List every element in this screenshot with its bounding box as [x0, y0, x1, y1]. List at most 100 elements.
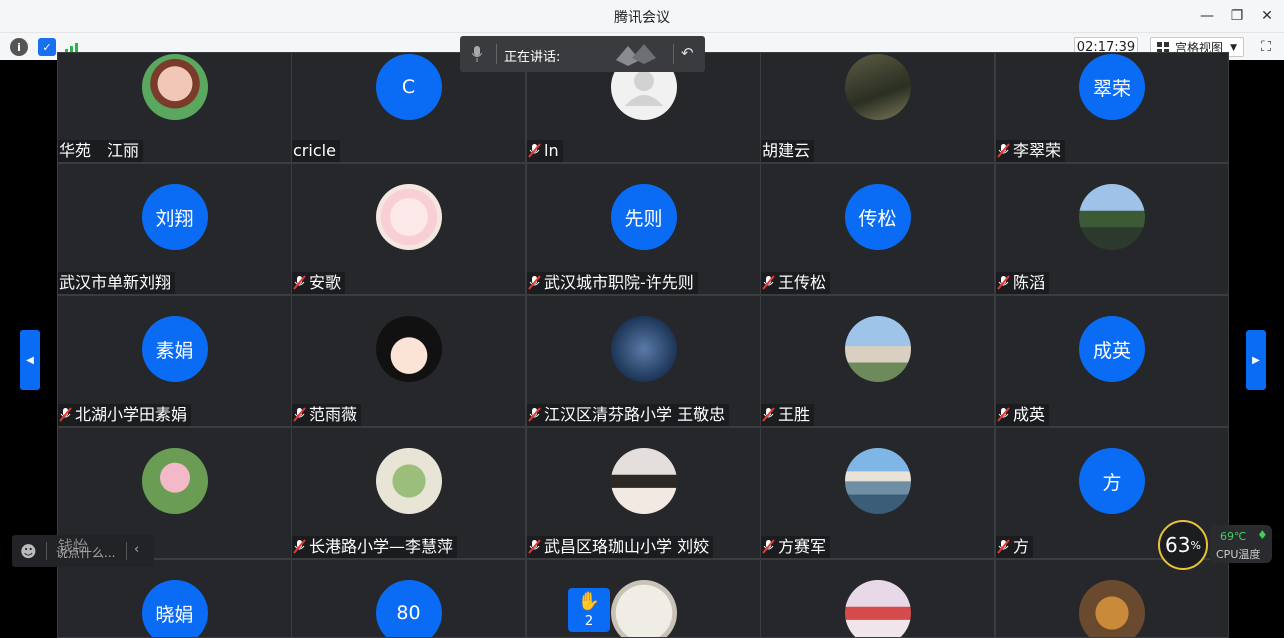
participant-name: 王胜 — [761, 404, 815, 426]
participant-tile[interactable] — [526, 559, 761, 638]
participant-tile[interactable]: 江汉区清芬路小学 王敬忠 — [526, 295, 761, 427]
participant-name-label: 范雨薇 — [309, 405, 358, 424]
emoji-icon[interactable]: ☻ — [20, 542, 37, 561]
participant-tile[interactable]: 陈滔 — [995, 163, 1229, 295]
divider — [496, 44, 497, 64]
participant-tile[interactable]: 80 — [291, 559, 526, 638]
participant-name-label: 北湖小学田素娟 — [75, 405, 188, 424]
speaking-indicator: 正在讲话: ↶ — [460, 36, 705, 72]
participant-tile[interactable]: 华苑 江丽 — [57, 52, 292, 163]
mic-muted-icon — [528, 142, 541, 158]
participant-name-label: 安歌 — [309, 273, 342, 292]
speaker-avatar-icon — [616, 44, 656, 66]
participant-photo — [1079, 580, 1145, 637]
participant-tile[interactable]: 胡建云 — [760, 52, 995, 163]
reply-icon[interactable]: ↶ — [681, 44, 694, 62]
participant-tile[interactable]: 成英 成英 — [995, 295, 1229, 427]
mic-muted-icon — [293, 538, 306, 554]
participant-name: 武昌区珞珈山小学 刘姣 — [527, 536, 714, 558]
participant-tile[interactable]: 翠荣 李翠荣 — [995, 52, 1229, 163]
chat-placeholder: 说点什么... — [56, 546, 116, 560]
mic-muted-icon — [762, 274, 775, 290]
participant-name: 方赛军 — [761, 536, 831, 558]
participant-tile[interactable]: 武昌区珞珈山小学 刘姣 — [526, 427, 761, 559]
participant-tile[interactable]: 安歌 — [291, 163, 526, 295]
info-icon[interactable]: i — [10, 38, 28, 56]
title-bar: 腾讯会议 — ❐ ✕ — [0, 0, 1284, 32]
participant-name: 安歌 — [292, 272, 346, 294]
participant-tile[interactable] — [760, 559, 995, 638]
participant-photo — [375, 448, 442, 514]
chevron-down-icon: ▼ — [1230, 43, 1237, 53]
close-icon[interactable]: ✕ — [1256, 6, 1278, 26]
avatar-initials: 方 — [1102, 471, 1122, 494]
participant-avatar: 先则 — [610, 184, 677, 250]
chevron-left-icon: ◀ — [26, 354, 34, 366]
avatar-initials: 传松 — [858, 207, 897, 230]
minimize-icon[interactable]: — — [1196, 6, 1218, 26]
fullscreen-icon[interactable]: ⛶ — [1258, 39, 1274, 55]
participant-tile[interactable]: 晓娟 — [57, 559, 292, 638]
participant-photo — [1079, 184, 1145, 250]
window-controls: — ❐ ✕ — [1196, 6, 1278, 26]
mic-muted-icon — [997, 406, 1010, 422]
participant-name: 方 — [996, 536, 1034, 558]
participant-name: 华苑 江丽 — [58, 140, 144, 162]
raise-hand-count: 2 — [584, 614, 594, 629]
previous-page-button[interactable]: ◀ — [20, 330, 40, 390]
participant-name-label: 方赛军 — [778, 537, 827, 556]
participant-tile[interactable]: 先则武汉城市职院-许先则 — [526, 163, 761, 295]
restore-icon[interactable]: ❐ — [1226, 6, 1248, 26]
participant-avatar: 翠荣 — [1079, 54, 1145, 120]
divider — [673, 44, 674, 64]
participant-tile[interactable]: 传松王传松 — [760, 163, 995, 295]
mic-muted-icon — [997, 538, 1010, 554]
participant-name: 北湖小学田素娟 — [58, 404, 192, 426]
mic-muted-icon — [293, 406, 306, 422]
hand-icon: ✋ — [577, 591, 601, 612]
participant-tile[interactable]: 范雨薇 — [291, 295, 526, 427]
participant-name-label: 王胜 — [778, 405, 811, 424]
participant-avatar: 80 — [375, 580, 442, 637]
avatar-initials: 素娟 — [155, 339, 194, 362]
participant-name: 武汉城市职院-许先则 — [527, 272, 698, 294]
participant-name: 王传松 — [761, 272, 831, 294]
participant-tile[interactable]: 素娟北湖小学田素娟 — [57, 295, 292, 427]
participant-name-label: 华苑 江丽 — [59, 141, 140, 160]
cpu-percent: 63 — [1165, 533, 1191, 557]
participant-photo — [375, 184, 442, 250]
participant-photo — [844, 316, 911, 382]
cpu-temp: 69℃ — [1220, 530, 1247, 543]
participant-tile[interactable] — [995, 559, 1229, 638]
avatar-initials: 晓娟 — [155, 603, 194, 626]
participant-grid: 华苑 江丽 Ccricle ln 胡建云 翠荣 李翠荣 刘翔 武汉市单新刘翔 安歌 先则 武汉城市职… — [57, 52, 1229, 638]
participant-photo — [141, 448, 208, 514]
raise-hand-badge[interactable]: ✋ 2 — [568, 588, 610, 632]
participant-tile[interactable]: 方赛军 — [760, 427, 995, 559]
participant-tile[interactable]: 长港路小学—李慧萍 — [291, 427, 526, 559]
participant-tile[interactable]: 王胜 — [760, 295, 995, 427]
participant-avatar: 素娟 — [141, 316, 208, 382]
participant-name-label: 武汉城市职院-许先则 — [544, 273, 694, 292]
participant-avatar: 成英 — [1079, 316, 1145, 382]
avatar-initials: 80 — [396, 602, 421, 624]
shield-icon[interactable]: ✓ — [38, 38, 56, 56]
divider — [46, 542, 47, 560]
participant-name-label: 王传松 — [778, 273, 827, 292]
participant-name: cricle — [292, 140, 340, 162]
chat-input-bar[interactable]: ☻ 钱怡 说点什么... ‹ — [12, 535, 154, 567]
participant-avatar: 方 — [1079, 448, 1145, 514]
mic-muted-icon — [528, 538, 541, 554]
participant-name-label: 成英 — [1013, 405, 1046, 424]
divider — [126, 542, 127, 560]
next-page-button[interactable]: ▶ — [1246, 330, 1266, 390]
microphone-icon — [471, 46, 486, 62]
leaf-icon: ♦ — [1257, 528, 1268, 542]
participant-tile[interactable]: 刘翔 武汉市单新刘翔 — [57, 163, 292, 295]
participant-name: 李翠荣 — [996, 140, 1066, 162]
speaking-label: 正在讲话: — [504, 50, 561, 65]
mic-muted-icon — [528, 406, 541, 422]
participant-name-label: 武昌区珞珈山小学 刘姣 — [544, 537, 710, 556]
mic-muted-icon — [293, 274, 306, 290]
collapse-chevron-icon[interactable]: ‹ — [134, 542, 139, 557]
